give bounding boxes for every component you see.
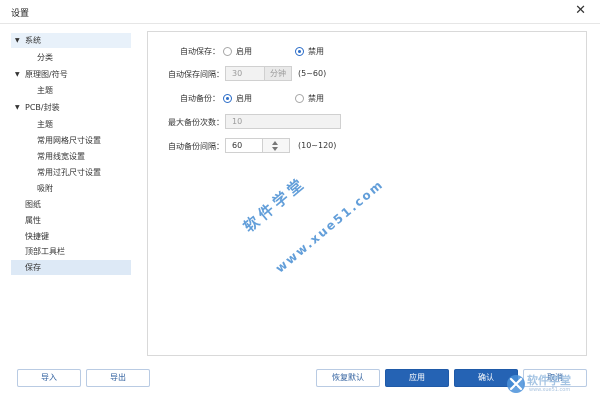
backup-interval-input[interactable]: 60 [225, 138, 263, 153]
logo-text: 软件学堂 [527, 374, 571, 387]
stepper-down-icon[interactable] [272, 147, 278, 151]
autobackup-enable-radio[interactable] [223, 94, 232, 103]
tree-item-label: 常用过孔尺寸设置 [37, 168, 101, 177]
autosave-label: 自动保存： [180, 47, 220, 56]
tree-item-snap[interactable]: 吸附 [11, 181, 131, 196]
tree-item-label: 图纸 [25, 200, 41, 209]
autosave-enable-radio[interactable] [223, 47, 232, 56]
logo-subtext: www.xue51.com [529, 387, 571, 393]
autosave-interval-input[interactable]: 30 [225, 66, 265, 81]
expand-arrow-icon[interactable]: ▼ [15, 100, 20, 115]
tree-item-label: PCB/封装 [25, 103, 60, 112]
backup-interval-stepper[interactable] [262, 138, 290, 153]
max-backups-label: 最大备份次数： [168, 118, 224, 127]
tree-item-schematic[interactable]: ▼ 原理图/符号 [11, 67, 131, 82]
tree-item-label: 常用线宽设置 [37, 152, 85, 161]
tree-item-pcb-theme[interactable]: 主题 [11, 117, 131, 132]
tree-item-toolbar[interactable]: 顶部工具栏 [11, 244, 131, 259]
tree-item-schematic-theme[interactable]: 主题 [11, 83, 131, 98]
autosave-enable-label[interactable]: 启用 [236, 46, 252, 57]
max-backups-input[interactable]: 10 [225, 114, 341, 129]
autosave-interval-label: 自动保存间隔： [168, 70, 224, 79]
tree-item-grid-size[interactable]: 常用网格尺寸设置 [11, 133, 131, 148]
autobackup-disable-label[interactable]: 禁用 [308, 93, 324, 104]
settings-tree: ▼ 系统 分类 ▼ 原理图/符号 主题 ▼ PCB/封装 主题 常用网格尺寸设置… [11, 31, 131, 357]
tree-item-label: 保存 [25, 263, 41, 272]
export-button[interactable]: 导出 [86, 369, 150, 387]
autobackup-label: 自动备份： [180, 94, 220, 103]
tree-item-label: 主题 [37, 120, 53, 129]
tree-item-line-width[interactable]: 常用线宽设置 [11, 149, 131, 164]
autosave-interval-unit: 分钟 [264, 66, 292, 81]
title-bar: 设置 ✕ [0, 0, 600, 24]
tree-item-label: 快捷键 [25, 232, 49, 241]
tree-item-category[interactable]: 分类 [11, 50, 131, 65]
tree-item-shortcuts[interactable]: 快捷键 [11, 229, 131, 244]
backup-interval-label: 自动备份间隔： [168, 142, 224, 151]
import-button[interactable]: 导入 [17, 369, 81, 387]
tree-item-label: 吸附 [37, 184, 53, 193]
apply-button[interactable]: 应用 [385, 369, 449, 387]
window-title: 设置 [11, 9, 30, 19]
autosave-disable-label[interactable]: 禁用 [308, 46, 324, 57]
tree-item-pcb[interactable]: ▼ PCB/封装 [11, 100, 131, 115]
tree-item-label: 属性 [25, 216, 41, 225]
stepper-up-icon[interactable] [272, 141, 278, 145]
tree-item-label: 分类 [37, 53, 53, 62]
restore-defaults-button[interactable]: 恢复默认 [316, 369, 380, 387]
autobackup-disable-radio[interactable] [295, 94, 304, 103]
close-icon[interactable]: ✕ [575, 4, 586, 18]
tree-item-properties[interactable]: 属性 [11, 213, 131, 228]
tree-item-via-size[interactable]: 常用过孔尺寸设置 [11, 165, 131, 180]
tree-item-label: 顶部工具栏 [25, 247, 65, 256]
backup-interval-range: (10~120) [298, 141, 337, 150]
autosave-disable-radio[interactable] [295, 47, 304, 56]
expand-arrow-icon[interactable]: ▼ [15, 33, 20, 48]
autosave-interval-range: (5~60) [298, 69, 327, 78]
autobackup-enable-label[interactable]: 启用 [236, 93, 252, 104]
tree-item-save[interactable]: 保存 [11, 260, 131, 275]
tree-item-drawing[interactable]: 图纸 [11, 197, 131, 212]
tree-item-label: 常用网格尺寸设置 [37, 136, 101, 145]
tree-item-system[interactable]: ▼ 系统 [11, 33, 131, 48]
tree-item-label: 系统 [25, 36, 41, 45]
expand-arrow-icon[interactable]: ▼ [15, 67, 20, 82]
tree-item-label: 原理图/符号 [25, 70, 68, 79]
tree-item-label: 主题 [37, 86, 53, 95]
